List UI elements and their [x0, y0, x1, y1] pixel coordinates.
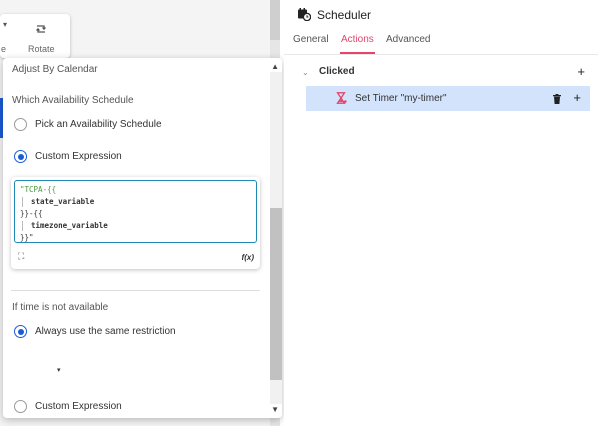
expand-icon[interactable]: ⛶ [18, 251, 24, 262]
radio-same-restriction[interactable] [14, 325, 27, 338]
rotate-label[interactable]: Rotate [28, 44, 55, 54]
calendar-clock-icon [298, 8, 311, 21]
expression-separator: }}-{{ [20, 209, 43, 218]
not-available-heading: If time is not available [12, 302, 109, 313]
tabs-divider [284, 54, 598, 55]
scheduler-panel: Scheduler General Actions Advanced ⌄ Cli… [284, 0, 598, 426]
radio-pick-schedule[interactable] [14, 118, 27, 131]
option-same-restriction-label[interactable]: Always use the same restriction [35, 326, 176, 337]
restriction-dropdown-caret[interactable]: ▾ [57, 366, 61, 374]
action-label: Set Timer "my-timer" [355, 93, 447, 104]
option-custom-expression-2-label[interactable]: Custom Expression [35, 401, 122, 412]
availability-heading: Which Availability Schedule [12, 95, 134, 106]
toolbar-dropdown-arrow[interactable]: ▾ [3, 20, 7, 29]
adjust-calendar-popup: ▲ ▼ Adjust By Calendar Which Availabilit… [3, 58, 282, 418]
trash-icon[interactable] [553, 94, 561, 104]
expression-card: "TCPA-{{ state_variable }}-{{ timezone_v… [11, 177, 260, 269]
canvas-toolbar: ▾ e Rotate [0, 14, 70, 58]
expression-timezone-variable: timezone_variable [31, 221, 108, 230]
section-label: Adjust By Calendar [12, 64, 98, 75]
event-clicked-label[interactable]: Clicked [319, 66, 355, 77]
canvas-scrollbar-thumb[interactable] [270, 0, 280, 40]
radio-custom-expression-2[interactable] [14, 400, 27, 413]
tab-advanced[interactable]: Advanced [386, 34, 430, 45]
scroll-up-arrow[interactable]: ▲ [271, 62, 279, 71]
function-icon[interactable]: f(x) [242, 253, 254, 262]
add-action-button[interactable]: + [577, 64, 585, 79]
radio-custom-expression[interactable] [14, 150, 27, 163]
option-pick-schedule-label[interactable]: Pick an Availability Schedule [35, 119, 162, 130]
action-row-set-timer[interactable]: Set Timer "my-timer" + [306, 86, 590, 111]
toolbar-left-label: e [1, 44, 7, 54]
scroll-down-arrow[interactable]: ▼ [271, 405, 279, 414]
panel-title: Scheduler [317, 8, 372, 22]
section-divider [11, 290, 260, 291]
rotate-icon[interactable] [34, 22, 48, 36]
expression-state-variable: state_variable [31, 197, 95, 206]
expression-editor[interactable]: "TCPA-{{ state_variable }}-{{ timezone_v… [14, 180, 257, 243]
tab-actions[interactable]: Actions [341, 34, 374, 45]
expression-open: "TCPA-{{ [20, 185, 57, 194]
add-sub-action-button[interactable]: + [573, 90, 581, 105]
tab-general[interactable]: General [293, 34, 329, 45]
expression-close: }}" [20, 233, 34, 242]
chevron-down-icon[interactable]: ⌄ [302, 68, 309, 77]
hourglass-icon [336, 92, 347, 104]
option-custom-expression-label[interactable]: Custom Expression [35, 151, 122, 162]
popup-scrollbar-thumb[interactable] [270, 208, 282, 380]
